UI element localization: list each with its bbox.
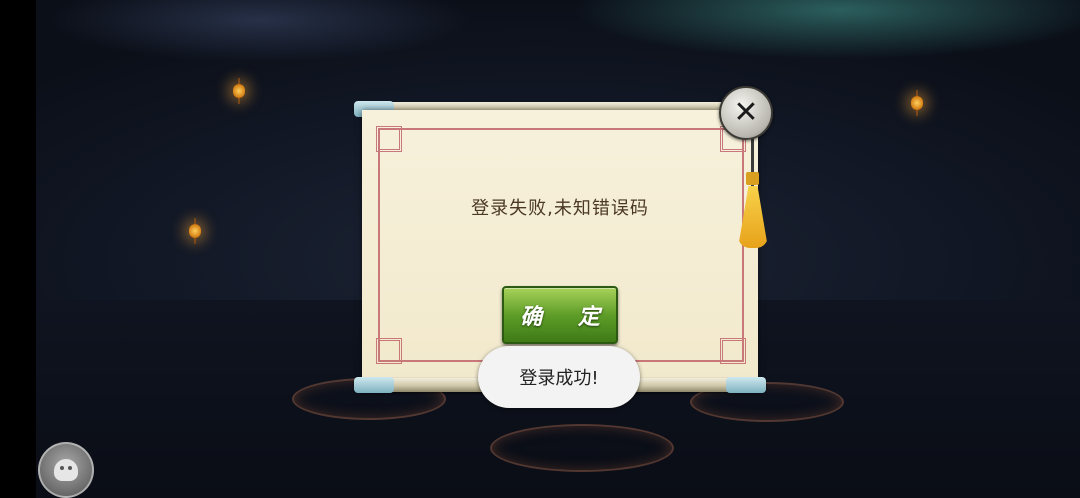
game-screen: 登录失败,未知错误码 确 定 ✕ 登录成功! xyxy=(0,0,1080,498)
lantern-icon xyxy=(188,218,202,244)
lantern-icon xyxy=(232,78,246,104)
assistant-icon[interactable] xyxy=(38,442,94,498)
lantern-icon xyxy=(910,90,924,116)
error-dialog: 登录失败,未知错误码 确 定 xyxy=(362,110,758,386)
toast-text: 登录成功! xyxy=(519,368,599,389)
error-message: 登录失败,未知错误码 xyxy=(471,198,649,219)
toast-notification: 登录成功! xyxy=(478,346,640,408)
confirm-button[interactable]: 确 定 xyxy=(502,286,618,344)
left-system-bar xyxy=(0,0,36,498)
corner-ornament xyxy=(376,338,402,364)
corner-ornament xyxy=(376,126,402,152)
corner-ornament xyxy=(720,338,746,364)
floor-ripple xyxy=(490,424,674,472)
tassel-ornament xyxy=(738,138,774,250)
confirm-button-label: 确 定 xyxy=(520,304,614,330)
close-icon[interactable]: ✕ xyxy=(719,86,773,140)
